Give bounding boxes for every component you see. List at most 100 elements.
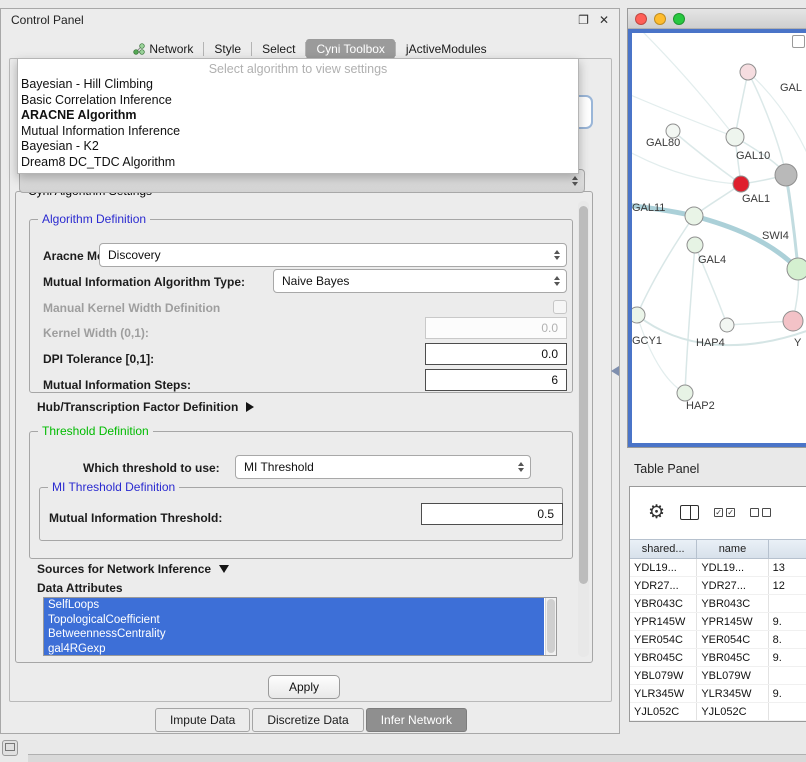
cell: YPR145W (630, 613, 697, 630)
network-node[interactable] (787, 258, 806, 280)
deselect-all-columns-icon[interactable] (750, 508, 771, 517)
tab-style[interactable]: Style (204, 39, 251, 59)
algorithm-option-selected[interactable]: ARACNE Algorithm (18, 108, 578, 124)
combo-up-arrow-icon (572, 176, 578, 180)
table-row[interactable]: YLR345W YLR345W 9. (630, 685, 806, 703)
checked-box-icon: ✓ (714, 508, 723, 517)
cell: YDR27... (697, 577, 768, 594)
cell: YBL079W (697, 667, 768, 684)
table-row[interactable]: YPR145W YPR145W 9. (630, 613, 806, 631)
network-node[interactable] (677, 385, 693, 401)
cyni-bottom-tabbar: Impute Data Discretize Data Infer Networ… (1, 708, 621, 732)
hub-definition-label: Hub/Transcription Factor Definition (37, 400, 238, 414)
mi-type-combobox[interactable]: Naive Bayes (273, 269, 567, 293)
column-header-extra[interactable] (769, 539, 806, 559)
table-row[interactable]: YJL052C YJL052C (630, 703, 806, 721)
minimized-panel-icon[interactable] (2, 740, 18, 756)
column-header-shared-name[interactable]: shared... (630, 539, 697, 559)
combo-up-arrow-icon (554, 276, 560, 280)
attribute-item-selected[interactable]: BetweennessCentrality (44, 627, 544, 642)
tab-network[interactable]: Network (123, 39, 203, 59)
tab-cyni-toolbox[interactable]: Cyni Toolbox (306, 39, 394, 59)
minimize-traffic-light-icon[interactable] (654, 13, 666, 25)
tab-cyni-toolbox-label: Cyni Toolbox (316, 42, 384, 56)
mi-steps-field[interactable]: 6 (425, 369, 567, 391)
tab-select[interactable]: Select (252, 39, 305, 59)
table-row[interactable]: YBR045C YBR045C 9. (630, 649, 806, 667)
close-icon[interactable]: ✕ (599, 13, 609, 27)
which-threshold-combobox[interactable]: MI Threshold (235, 455, 531, 479)
manual-kernel-checkbox[interactable] (553, 300, 567, 314)
network-node[interactable] (685, 207, 703, 225)
apply-button[interactable]: Apply (268, 675, 340, 699)
mi-threshold-label: Mutual Information Threshold: (49, 511, 222, 525)
table-row[interactable]: YDL19... YDL19... 13 (630, 559, 806, 577)
network-window-titlebar (628, 9, 806, 29)
splitter-collapse-arrow[interactable] (611, 366, 619, 376)
sources-expander[interactable]: Sources for Network Inference (37, 561, 229, 577)
column-header-name[interactable]: name (697, 539, 768, 559)
mi-steps-label: Mutual Information Steps: (43, 378, 191, 392)
attribute-item-selected[interactable]: gal4RGexp (44, 642, 544, 657)
network-node[interactable] (632, 307, 645, 323)
sources-label: Sources for Network Inference (37, 562, 211, 576)
node-label: GAL (780, 82, 802, 94)
list-scrollbar-thumb[interactable] (547, 599, 555, 653)
list-scrollbar-track[interactable] (545, 598, 556, 655)
network-node[interactable] (720, 318, 734, 332)
attribute-item-selected[interactable]: TopologicalCoefficient (44, 613, 544, 628)
hub-definition-expander[interactable]: Hub/Transcription Factor Definition (37, 399, 254, 415)
tab-impute-data[interactable]: Impute Data (155, 708, 250, 732)
which-threshold-label: Which threshold to use: (83, 461, 220, 475)
mi-threshold-group-title: MI Threshold Definition (48, 480, 179, 494)
table-row[interactable]: YBR043C YBR043C (630, 595, 806, 613)
network-node[interactable] (666, 124, 680, 138)
gear-icon[interactable]: ⚙ (648, 503, 665, 522)
table-row[interactable]: YBL079W YBL079W (630, 667, 806, 685)
tab-infer-network[interactable]: Infer Network (366, 708, 467, 732)
tab-jactivemodules[interactable]: jActiveModules (396, 39, 497, 59)
control-panel-window: Control Panel ❐ ✕ Network Style S (0, 8, 620, 734)
node-label: Y (794, 337, 802, 349)
birdseye-toggle[interactable] (792, 35, 805, 48)
table-header-row: shared... name (630, 539, 806, 559)
settings-scrollbar-thumb[interactable] (579, 206, 588, 584)
algorithm-option[interactable]: Bayesian - K2 (18, 139, 578, 155)
desktop: Control Panel ❐ ✕ Network Style S (0, 0, 806, 762)
float-icon[interactable]: ❐ (578, 13, 589, 27)
algorithm-option[interactable]: Bayesian - Hill Climbing (18, 77, 578, 93)
network-node[interactable] (726, 128, 744, 146)
algorithm-option[interactable]: Basic Correlation Inference (18, 93, 578, 109)
network-node-highlighted[interactable] (733, 176, 749, 192)
control-panel-titlebar: Control Panel ❐ ✕ (1, 9, 619, 31)
cell: YBL079W (630, 667, 697, 684)
cell: YBR045C (697, 649, 768, 666)
columns-icon[interactable] (680, 505, 699, 520)
zoom-traffic-light-icon[interactable] (673, 13, 685, 25)
kernel-width-field[interactable]: 0.0 (425, 317, 567, 339)
network-node[interactable] (775, 164, 797, 186)
network-node-labels: GAL GAL80 GAL10 GAL11 GAL1 SWI4 GAL4 GCY… (632, 82, 802, 412)
close-traffic-light-icon[interactable] (635, 13, 647, 25)
network-canvas[interactable]: GAL GAL80 GAL10 GAL11 GAL1 SWI4 GAL4 GCY… (628, 29, 806, 447)
combo-down-arrow-icon (572, 182, 578, 186)
mi-threshold-field[interactable]: 0.5 (421, 503, 563, 525)
table-row[interactable]: YDR27... YDR27... 12 (630, 577, 806, 595)
attribute-item-selected[interactable]: SelfLoops (44, 598, 544, 613)
tab-discretize-data[interactable]: Discretize Data (252, 708, 363, 732)
table-panel-title: Table Panel (634, 462, 699, 476)
network-node[interactable] (687, 237, 703, 253)
select-all-columns-icon[interactable]: ✓ ✓ (714, 508, 735, 517)
cell: 13 (769, 559, 806, 576)
node-label: HAP4 (696, 337, 725, 349)
algorithm-option[interactable]: Dream8 DC_TDC Algorithm (18, 155, 578, 171)
tab-style-label: Style (214, 42, 241, 56)
network-node[interactable] (740, 64, 756, 80)
table-row[interactable]: YER054C YER054C 8. (630, 631, 806, 649)
aracne-mode-combobox[interactable]: Discovery (99, 243, 567, 267)
algorithm-option[interactable]: Mutual Information Inference (18, 124, 578, 140)
network-node[interactable] (783, 311, 803, 331)
cell: YBR045C (630, 649, 697, 666)
node-label: SWI4 (762, 230, 789, 242)
dpi-tolerance-field[interactable]: 0.0 (425, 343, 567, 365)
